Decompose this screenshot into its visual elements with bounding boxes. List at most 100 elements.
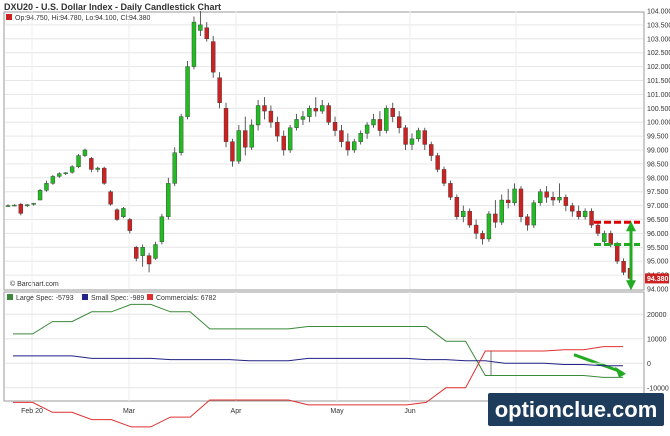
- upper-grid: [5, 11, 643, 289]
- candle-up: [557, 197, 562, 201]
- y-tick-label: 98.500: [647, 161, 669, 168]
- chart-root: DXU20 - U.S. Dollar Index - Daily Candle…: [0, 0, 670, 431]
- y-tick-label: 96.500: [647, 217, 669, 224]
- candle-up: [358, 133, 363, 142]
- candle-down: [576, 210, 581, 217]
- candle-up: [307, 108, 312, 117]
- candle-up: [287, 127, 293, 151]
- y-tick-label: 102.000: [647, 64, 670, 71]
- candle-down: [326, 105, 331, 123]
- candle-up: [255, 105, 261, 126]
- candle-up: [69, 166, 75, 173]
- candle-down: [108, 191, 113, 205]
- candle-up: [198, 24, 203, 31]
- candle-down: [89, 158, 94, 170]
- candle-down: [473, 224, 479, 234]
- candle-down: [281, 135, 286, 151]
- candle-down: [230, 141, 235, 162]
- candle-down: [467, 210, 472, 226]
- candle-down: [595, 224, 601, 234]
- y-tick-label: 99.000: [647, 148, 669, 155]
- candle-up: [153, 244, 158, 259]
- y-tick-label: 100.000: [647, 120, 670, 127]
- candle-down: [454, 197, 460, 217]
- x-tick-label: Jun: [404, 408, 415, 415]
- candle-up: [57, 173, 62, 177]
- y-tick-label: 10000: [647, 336, 667, 343]
- candle-down: [563, 197, 569, 206]
- y-tick-label: 100.500: [647, 106, 670, 113]
- candle-up: [602, 233, 607, 242]
- legend-swatch: [82, 294, 88, 300]
- candle-down: [18, 204, 24, 214]
- candle-up: [236, 130, 242, 162]
- candle-down: [589, 210, 594, 226]
- legend-swatch: [7, 294, 13, 300]
- candle-down: [339, 130, 344, 142]
- candle-down: [403, 127, 408, 145]
- candle-up: [582, 210, 588, 217]
- candle-up: [12, 204, 17, 207]
- candle-up: [178, 116, 184, 153]
- y-tick-label: 96.000: [647, 231, 669, 238]
- candle-down: [204, 27, 209, 40]
- candle-up: [499, 199, 504, 223]
- cot-legend: Large Spec: -5793 Small Spec: -989 Commerc…: [7, 294, 216, 302]
- candle-down: [101, 167, 107, 184]
- y-tick-label: 95.000: [647, 259, 669, 266]
- candle-down: [525, 216, 530, 226]
- candle-down: [146, 255, 152, 265]
- chart-title: DXU20 - U.S. Dollar Index - Daily Candle…: [4, 2, 221, 12]
- candle-up: [121, 208, 126, 217]
- last-price-label: 94.380: [647, 276, 669, 283]
- candle-up: [384, 108, 389, 131]
- candle-down: [211, 41, 216, 73]
- x-tick-label: May: [330, 408, 344, 415]
- candle-up: [63, 172, 68, 174]
- y-tick-label: 99.500: [647, 134, 669, 141]
- candle-up: [140, 247, 145, 256]
- y-tick-label: 0: [647, 361, 651, 368]
- candle-up: [249, 124, 254, 148]
- candle-down: [217, 77, 222, 103]
- watermark: © Barchart.com: [10, 280, 59, 288]
- y-tick-label: 98.000: [647, 175, 669, 182]
- candle-down: [396, 116, 402, 128]
- y-tick-label: -10000: [647, 385, 669, 392]
- candle-up: [166, 183, 171, 217]
- x-tick-label: Feb 20: [21, 408, 43, 415]
- y-tick-label: 20000: [647, 312, 667, 319]
- candle-up: [538, 191, 543, 204]
- candle-up: [50, 176, 56, 184]
- candle-down: [275, 121, 280, 137]
- candle-down: [390, 108, 395, 117]
- candle-up: [371, 119, 376, 126]
- ohlc-swatch: [6, 14, 12, 20]
- candle-down: [313, 108, 318, 112]
- y-tick-label: 102.500: [647, 50, 670, 57]
- legend-label: Large Spec: -5793: [16, 295, 74, 302]
- candle-down: [448, 183, 453, 198]
- y-tick-label: 94.000: [647, 287, 669, 294]
- candle-up: [82, 149, 88, 156]
- x-tick-label: Mar: [123, 408, 136, 415]
- optionclue-logo: optionclue.com: [488, 393, 664, 426]
- candle-up: [44, 183, 49, 191]
- y-tick-label: 97.500: [647, 189, 669, 196]
- candle-up: [461, 210, 466, 217]
- candle-up: [352, 141, 357, 151]
- y-tick-label: 97.000: [647, 203, 669, 210]
- candle-down: [505, 199, 511, 204]
- candle-up: [294, 119, 299, 128]
- candle-up: [159, 216, 165, 242]
- legend-label: Small Spec: -989: [91, 295, 144, 302]
- candle-down: [377, 119, 383, 131]
- candle-down: [570, 205, 575, 212]
- legend-swatch: [147, 294, 153, 300]
- candle-down: [345, 141, 351, 151]
- candle-up: [185, 66, 190, 117]
- candle-down: [493, 213, 498, 223]
- x-tick-label: Apr: [231, 408, 243, 415]
- candle-down: [332, 121, 338, 131]
- candle-up: [37, 190, 43, 201]
